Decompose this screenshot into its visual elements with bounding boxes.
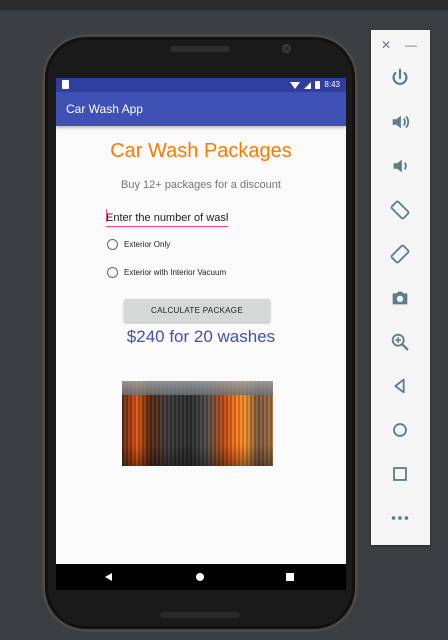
app-title: Car Wash App [66, 102, 143, 116]
rotate-left-icon[interactable] [387, 197, 413, 223]
nav-back-icon[interactable] [105, 573, 112, 581]
bottom-speaker [160, 612, 240, 618]
camera-icon[interactable] [387, 285, 413, 311]
nav-home-icon[interactable] [196, 573, 204, 581]
washes-input-wrapper [106, 208, 228, 227]
earpiece [170, 46, 230, 52]
home-icon[interactable] [387, 417, 413, 443]
battery-icon [315, 81, 321, 89]
minimize-icon[interactable]: — [405, 38, 417, 52]
radio-button[interactable] [107, 267, 118, 278]
status-bar: 8:43 [56, 78, 346, 92]
wifi-icon [290, 81, 301, 89]
ide-top-bar [0, 0, 448, 10]
notification-icon [62, 80, 69, 89]
power-icon[interactable] [387, 65, 413, 91]
front-camera [282, 44, 291, 53]
page-title: Car Wash Packages [110, 140, 292, 162]
signal-icon [304, 81, 312, 89]
overview-icon[interactable] [387, 461, 413, 487]
device-screen: 8:43 Car Wash App Car Wash Packages Buy … [56, 78, 346, 590]
more-icon[interactable] [387, 505, 413, 531]
app-bar: Car Wash App [56, 92, 346, 126]
android-nav-bar [56, 564, 346, 590]
zoom-icon[interactable] [387, 329, 413, 355]
result-text: $240 for 20 washes [126, 327, 276, 346]
text-cursor [106, 209, 107, 222]
page-subtitle: Buy 12+ packages for a discount [121, 179, 281, 191]
nav-recents-icon[interactable] [286, 573, 294, 581]
close-icon[interactable]: ✕ [381, 38, 391, 52]
radio-label: Exterior with Interior Vacuum [124, 268, 227, 277]
calculate-package-button[interactable]: CALCULATE PACKAGE [124, 299, 270, 322]
emulator-side-panel: ✕ — [371, 30, 430, 545]
volume-down-icon[interactable] [387, 153, 413, 179]
volume-up-icon[interactable] [387, 109, 413, 135]
rotate-right-icon[interactable] [387, 241, 413, 267]
washes-count-input[interactable] [106, 210, 228, 227]
radio-exterior-interior[interactable]: Exterior with Interior Vacuum [107, 267, 226, 278]
radio-button[interactable] [107, 239, 118, 250]
status-time: 8:43 [324, 80, 340, 89]
car-wash-image [122, 381, 273, 466]
radio-exterior-only[interactable]: Exterior Only [107, 239, 170, 250]
radio-label: Exterior Only [124, 240, 171, 249]
back-icon[interactable] [387, 373, 413, 399]
